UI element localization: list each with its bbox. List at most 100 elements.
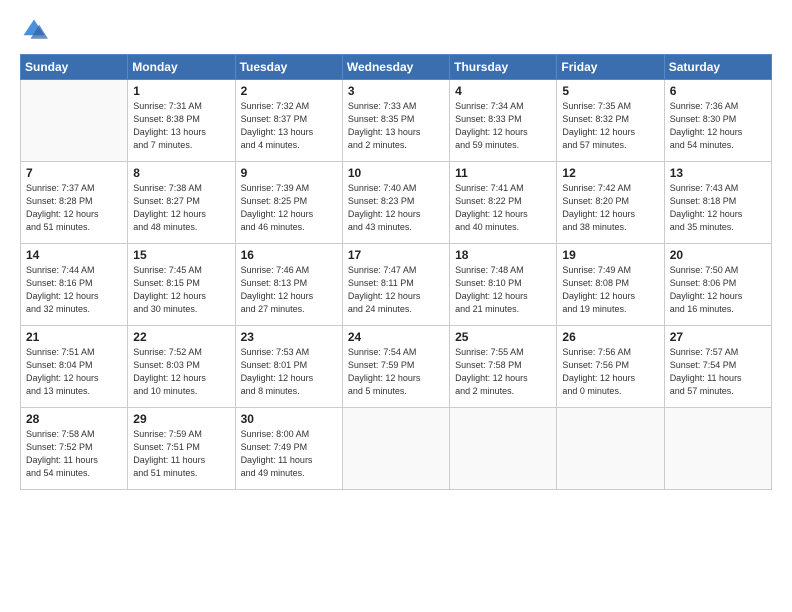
day-info: Sunrise: 7:54 AMSunset: 7:59 PMDaylight:… (348, 346, 444, 398)
day-info: Sunrise: 7:36 AMSunset: 8:30 PMDaylight:… (670, 100, 766, 152)
day-info: Sunrise: 7:44 AMSunset: 8:16 PMDaylight:… (26, 264, 122, 316)
weekday-header: Tuesday (235, 55, 342, 80)
day-info: Sunrise: 7:31 AMSunset: 8:38 PMDaylight:… (133, 100, 229, 152)
calendar-week-row: 21 Sunrise: 7:51 AMSunset: 8:04 PMDayligh… (21, 326, 772, 408)
day-info: Sunrise: 8:00 AMSunset: 7:49 PMDaylight:… (241, 428, 337, 480)
calendar-day-cell (21, 80, 128, 162)
day-info: Sunrise: 7:47 AMSunset: 8:11 PMDaylight:… (348, 264, 444, 316)
calendar-day-cell (664, 408, 771, 490)
calendar-day-cell: 4 Sunrise: 7:34 AMSunset: 8:33 PMDaylight… (450, 80, 557, 162)
day-info: Sunrise: 7:37 AMSunset: 8:28 PMDaylight:… (26, 182, 122, 234)
day-number: 28 (26, 412, 122, 426)
calendar-week-row: 28 Sunrise: 7:58 AMSunset: 7:52 PMDayligh… (21, 408, 772, 490)
day-number: 14 (26, 248, 122, 262)
day-number: 23 (241, 330, 337, 344)
calendar-day-cell: 7 Sunrise: 7:37 AMSunset: 8:28 PMDaylight… (21, 162, 128, 244)
weekday-header: Sunday (21, 55, 128, 80)
day-number: 3 (348, 84, 444, 98)
day-number: 7 (26, 166, 122, 180)
day-info: Sunrise: 7:49 AMSunset: 8:08 PMDaylight:… (562, 264, 658, 316)
day-number: 1 (133, 84, 229, 98)
logo-icon (20, 16, 48, 44)
calendar-day-cell: 1 Sunrise: 7:31 AMSunset: 8:38 PMDaylight… (128, 80, 235, 162)
calendar-day-cell: 13Sunrise: 7:43 AMSunset: 8:18 PMDayligh… (664, 162, 771, 244)
calendar-day-cell: 19Sunrise: 7:49 AMSunset: 8:08 PMDayligh… (557, 244, 664, 326)
weekday-header: Friday (557, 55, 664, 80)
day-number: 5 (562, 84, 658, 98)
day-info: Sunrise: 7:38 AMSunset: 8:27 PMDaylight:… (133, 182, 229, 234)
calendar-day-cell: 10Sunrise: 7:40 AMSunset: 8:23 PMDayligh… (342, 162, 449, 244)
calendar-day-cell: 18 Sunrise: 7:48 AMSunset: 8:10 PMDayligh… (450, 244, 557, 326)
day-info: Sunrise: 7:50 AMSunset: 8:06 PMDaylight:… (670, 264, 766, 316)
calendar-week-row: 1 Sunrise: 7:31 AMSunset: 8:38 PMDaylight… (21, 80, 772, 162)
day-info: Sunrise: 7:42 AMSunset: 8:20 PMDaylight:… (562, 182, 658, 234)
calendar-day-cell: 8 Sunrise: 7:38 AMSunset: 8:27 PMDaylight… (128, 162, 235, 244)
calendar-week-row: 14 Sunrise: 7:44 AMSunset: 8:16 PMDayligh… (21, 244, 772, 326)
day-number: 20 (670, 248, 766, 262)
day-number: 30 (241, 412, 337, 426)
day-info: Sunrise: 7:43 AMSunset: 8:18 PMDaylight:… (670, 182, 766, 234)
day-info: Sunrise: 7:53 AMSunset: 8:01 PMDaylight:… (241, 346, 337, 398)
day-info: Sunrise: 7:59 AMSunset: 7:51 PMDaylight:… (133, 428, 229, 480)
day-number: 12 (562, 166, 658, 180)
calendar-day-cell: 23 Sunrise: 7:53 AMSunset: 8:01 PMDayligh… (235, 326, 342, 408)
day-number: 18 (455, 248, 551, 262)
day-info: Sunrise: 7:39 AMSunset: 8:25 PMDaylight:… (241, 182, 337, 234)
calendar-day-cell: 28 Sunrise: 7:58 AMSunset: 7:52 PMDayligh… (21, 408, 128, 490)
day-info: Sunrise: 7:45 AMSunset: 8:15 PMDaylight:… (133, 264, 229, 316)
calendar-day-cell: 15 Sunrise: 7:45 AMSunset: 8:15 PMDayligh… (128, 244, 235, 326)
calendar-day-cell (342, 408, 449, 490)
calendar-day-cell (557, 408, 664, 490)
calendar-week-row: 7 Sunrise: 7:37 AMSunset: 8:28 PMDaylight… (21, 162, 772, 244)
calendar-day-cell: 29 Sunrise: 7:59 AMSunset: 7:51 PMDayligh… (128, 408, 235, 490)
calendar-day-cell: 17 Sunrise: 7:47 AMSunset: 8:11 PMDayligh… (342, 244, 449, 326)
day-number: 29 (133, 412, 229, 426)
day-info: Sunrise: 7:52 AMSunset: 8:03 PMDaylight:… (133, 346, 229, 398)
weekday-header: Saturday (664, 55, 771, 80)
calendar-day-cell: 6Sunrise: 7:36 AMSunset: 8:30 PMDaylight… (664, 80, 771, 162)
calendar-day-cell: 16 Sunrise: 7:46 AMSunset: 8:13 PMDayligh… (235, 244, 342, 326)
day-info: Sunrise: 7:58 AMSunset: 7:52 PMDaylight:… (26, 428, 122, 480)
day-info: Sunrise: 7:48 AMSunset: 8:10 PMDaylight:… (455, 264, 551, 316)
calendar-day-cell: 14 Sunrise: 7:44 AMSunset: 8:16 PMDayligh… (21, 244, 128, 326)
day-number: 26 (562, 330, 658, 344)
day-number: 4 (455, 84, 551, 98)
day-number: 11 (455, 166, 551, 180)
calendar-header-row: SundayMondayTuesdayWednesdayThursdayFrid… (21, 55, 772, 80)
day-info: Sunrise: 7:51 AMSunset: 8:04 PMDaylight:… (26, 346, 122, 398)
day-number: 8 (133, 166, 229, 180)
day-number: 17 (348, 248, 444, 262)
day-info: Sunrise: 7:33 AMSunset: 8:35 PMDaylight:… (348, 100, 444, 152)
day-number: 24 (348, 330, 444, 344)
calendar-day-cell: 20 Sunrise: 7:50 AMSunset: 8:06 PMDayligh… (664, 244, 771, 326)
calendar-day-cell: 22Sunrise: 7:52 AMSunset: 8:03 PMDayligh… (128, 326, 235, 408)
day-number: 10 (348, 166, 444, 180)
day-number: 25 (455, 330, 551, 344)
calendar-day-cell: 12 Sunrise: 7:42 AMSunset: 8:20 PMDayligh… (557, 162, 664, 244)
calendar-day-cell: 3 Sunrise: 7:33 AMSunset: 8:35 PMDaylight… (342, 80, 449, 162)
calendar-day-cell: 11 Sunrise: 7:41 AMSunset: 8:22 PMDayligh… (450, 162, 557, 244)
day-info: Sunrise: 7:46 AMSunset: 8:13 PMDaylight:… (241, 264, 337, 316)
day-info: Sunrise: 7:57 AMSunset: 7:54 PMDaylight:… (670, 346, 766, 398)
weekday-header: Monday (128, 55, 235, 80)
calendar-day-cell: 9 Sunrise: 7:39 AMSunset: 8:25 PMDaylight… (235, 162, 342, 244)
calendar-day-cell: 24 Sunrise: 7:54 AMSunset: 7:59 PMDayligh… (342, 326, 449, 408)
calendar-day-cell: 5Sunrise: 7:35 AMSunset: 8:32 PMDaylight… (557, 80, 664, 162)
logo (20, 16, 52, 44)
day-info: Sunrise: 7:34 AMSunset: 8:33 PMDaylight:… (455, 100, 551, 152)
day-number: 21 (26, 330, 122, 344)
calendar-day-cell (450, 408, 557, 490)
calendar-day-cell: 27Sunrise: 7:57 AMSunset: 7:54 PMDayligh… (664, 326, 771, 408)
day-number: 9 (241, 166, 337, 180)
calendar-day-cell: 21 Sunrise: 7:51 AMSunset: 8:04 PMDayligh… (21, 326, 128, 408)
calendar-day-cell: 2Sunrise: 7:32 AMSunset: 8:37 PMDaylight… (235, 80, 342, 162)
calendar-table: SundayMondayTuesdayWednesdayThursdayFrid… (20, 54, 772, 490)
day-info: Sunrise: 7:41 AMSunset: 8:22 PMDaylight:… (455, 182, 551, 234)
weekday-header: Thursday (450, 55, 557, 80)
day-number: 2 (241, 84, 337, 98)
calendar-day-cell: 26Sunrise: 7:56 AMSunset: 7:56 PMDayligh… (557, 326, 664, 408)
day-number: 16 (241, 248, 337, 262)
day-number: 15 (133, 248, 229, 262)
header (20, 16, 772, 44)
day-info: Sunrise: 7:55 AMSunset: 7:58 PMDaylight:… (455, 346, 551, 398)
